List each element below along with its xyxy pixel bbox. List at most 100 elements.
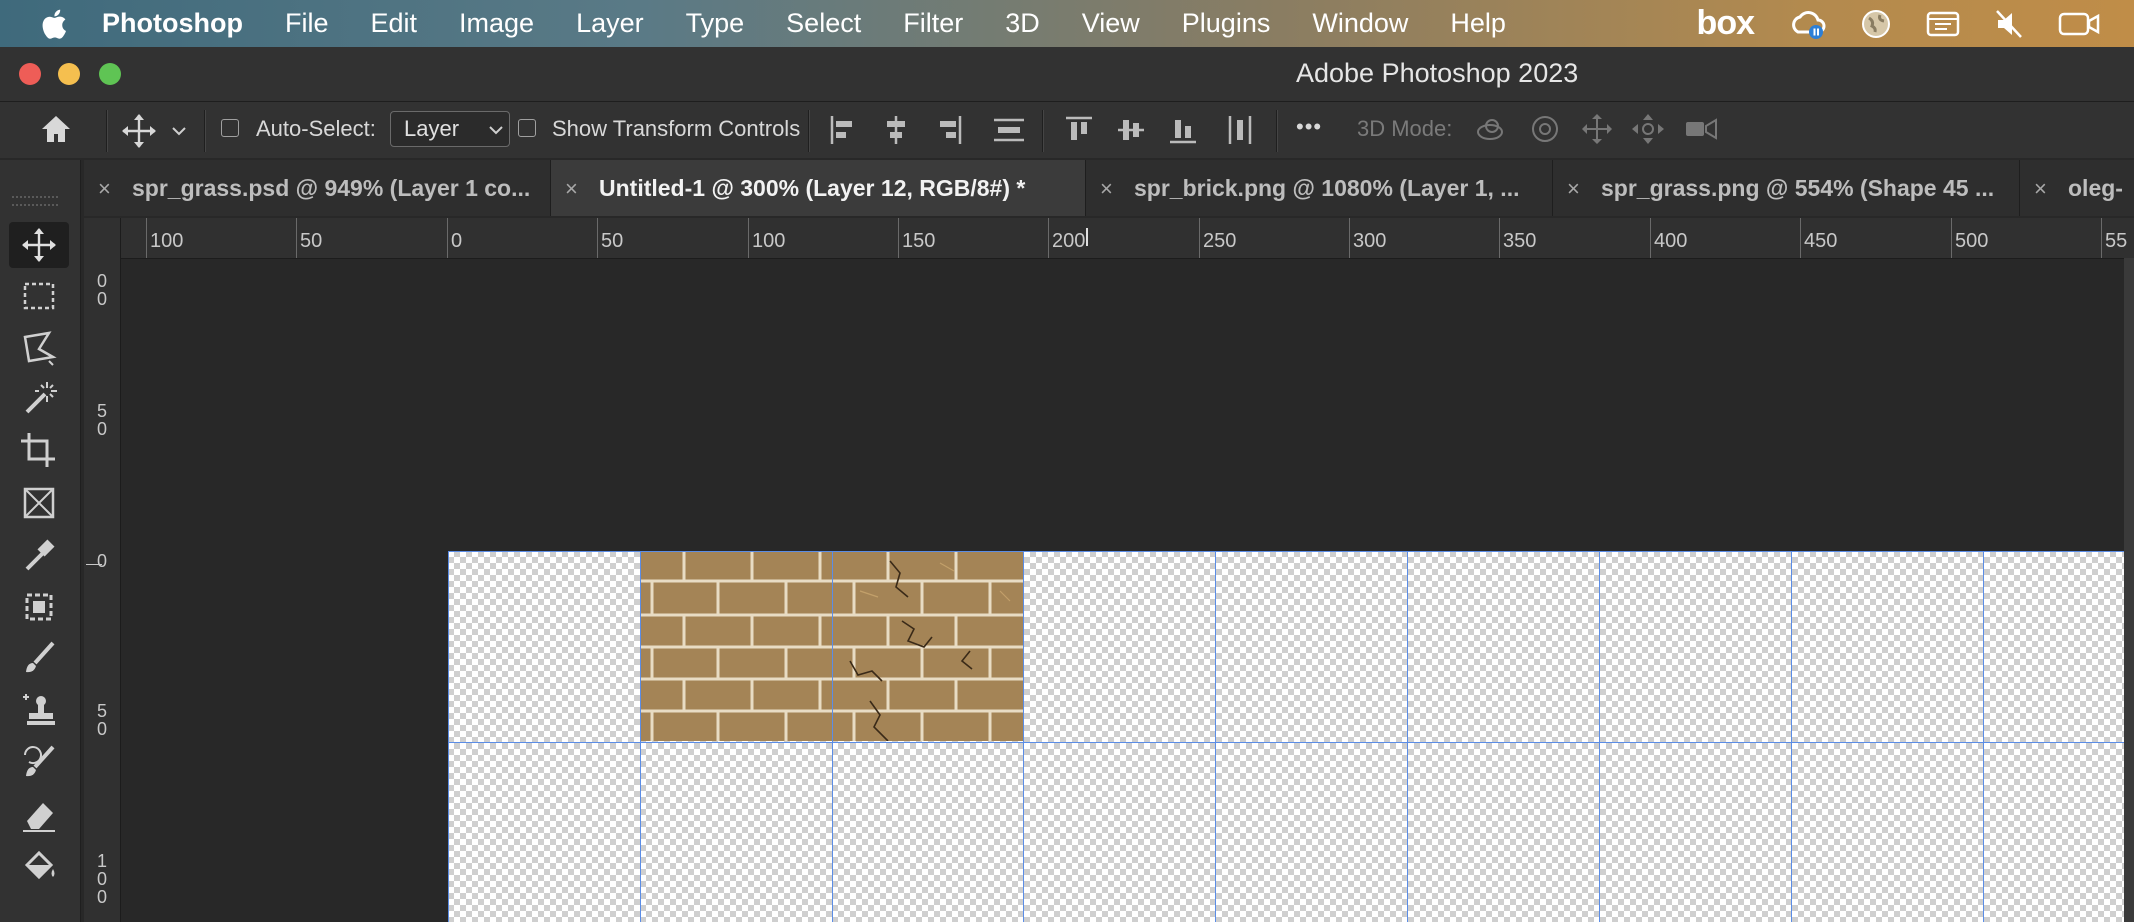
distribute-vertically-icon[interactable] [992, 116, 1026, 144]
align-right-edges-icon[interactable] [934, 114, 964, 146]
menu-window[interactable]: Window [1312, 8, 1408, 39]
auto-select-dropdown[interactable]: Layer [390, 111, 510, 147]
align-bottom-edges-icon[interactable] [1168, 114, 1198, 146]
box-app-icon[interactable]: box [1697, 4, 1755, 43]
horizontal-ruler: 100 50 0 50 100 150 200 250 300 350 400 … [84, 218, 2134, 259]
apple-menu-icon[interactable] [38, 7, 68, 41]
menu-file[interactable]: File [285, 8, 329, 39]
align-left-edges-icon[interactable] [828, 114, 858, 146]
move-tool-icon[interactable] [9, 222, 69, 268]
chevron-down-icon[interactable] [172, 126, 186, 136]
tab-spr-brick-png[interactable]: × spr_brick.png @ 1080% (Layer 1, ... [1086, 160, 1553, 216]
close-icon[interactable]: × [1567, 176, 1580, 202]
ruler-origin-corner[interactable] [84, 218, 121, 259]
home-icon[interactable] [38, 112, 74, 146]
menu-view[interactable]: View [1082, 8, 1140, 39]
document-canvas[interactable] [448, 551, 2127, 922]
3d-slide-icon[interactable] [1630, 112, 1666, 146]
menu-help[interactable]: Help [1450, 8, 1506, 39]
eraser-tool-icon[interactable] [9, 792, 69, 838]
3d-scale-camera-icon[interactable] [1684, 114, 1720, 144]
ruler-label: 300 [1353, 230, 1387, 252]
marquee-tool-icon[interactable] [9, 273, 69, 319]
menu-edit[interactable]: Edit [371, 8, 418, 39]
ruler-label: 0 [96, 551, 107, 571]
tab-untitled-1[interactable]: × Untitled-1 @ 300% (Layer 12, RGB/8#) * [551, 160, 1086, 216]
auto-select-checkbox[interactable] [221, 119, 239, 137]
app-menu-photoshop[interactable]: Photoshop [102, 8, 243, 39]
ruler-label: 350 [1503, 230, 1537, 252]
macos-menu-bar: Photoshop File Edit Image Layer Type Sel… [0, 0, 2134, 47]
ruler-label: 100 [96, 851, 107, 907]
facetime-camera-icon[interactable] [2058, 10, 2100, 38]
ruler-label: 0 [451, 230, 463, 252]
globe-icon[interactable] [1860, 8, 1892, 40]
eyedropper-tool-icon[interactable] [9, 532, 69, 578]
align-top-edges-icon[interactable] [1064, 114, 1094, 146]
move-tool-preset-icon[interactable] [120, 112, 158, 150]
creative-cloud-icon[interactable] [1788, 8, 1826, 40]
ruler-label: 50 [96, 701, 107, 739]
panel-grip[interactable] [12, 196, 58, 206]
ruler-label: 100 [150, 230, 184, 252]
close-icon[interactable]: × [565, 176, 578, 202]
paint-bucket-tool-icon[interactable] [9, 844, 69, 890]
frame-tool-icon[interactable] [9, 480, 69, 526]
menu-type[interactable]: Type [686, 8, 745, 39]
tab-label: Untitled-1 @ 300% (Layer 12, RGB/8#) * [599, 175, 1026, 201]
document-canvas-area[interactable] [121, 259, 2127, 922]
lasso-tool-icon[interactable] [9, 324, 69, 370]
auto-select-value: Layer [404, 116, 460, 141]
ruler-label: 250 [1203, 230, 1237, 252]
close-icon[interactable]: × [1100, 176, 1113, 202]
align-horizontal-centers-icon[interactable] [881, 114, 911, 146]
align-vertical-centers-icon[interactable] [1116, 114, 1146, 146]
3d-orbit-icon[interactable] [1474, 114, 1510, 146]
menu-3d[interactable]: 3D [1005, 8, 1040, 39]
history-brush-tool-icon[interactable] [9, 740, 69, 786]
ruler-label: 50 [300, 230, 323, 252]
menu-image[interactable]: Image [459, 8, 534, 39]
mute-icon[interactable] [1994, 8, 2024, 40]
minimize-window-button[interactable] [58, 63, 80, 85]
close-icon[interactable]: × [98, 176, 111, 202]
ruler-label: 150 [902, 230, 936, 252]
content-aware-tool-icon[interactable] [9, 584, 69, 630]
show-transform-controls-checkbox[interactable] [518, 119, 536, 137]
zoom-window-button[interactable] [99, 63, 121, 85]
clone-stamp-tool-icon[interactable] [9, 688, 69, 734]
menu-filter[interactable]: Filter [903, 8, 963, 39]
status-menu-area: box [1697, 0, 2134, 47]
show-transform-controls-label: Show Transform Controls [552, 116, 801, 141]
tab-oleg[interactable]: × oleg- [2020, 160, 2134, 216]
3d-pan-icon[interactable] [1580, 112, 1614, 146]
ruler-label: 50 [601, 230, 624, 252]
tab-label: spr_grass.psd @ 949% (Layer 1 co... [132, 175, 531, 201]
window-title-bar: Adobe Photoshop 2023 [0, 47, 2134, 102]
3d-roll-icon[interactable] [1528, 112, 1562, 146]
menu-select[interactable]: Select [786, 8, 861, 39]
tab-spr-grass-psd[interactable]: × spr_grass.psd @ 949% (Layer 1 co... [84, 160, 551, 216]
document-tab-bar: × spr_grass.psd @ 949% (Layer 1 co... × … [84, 160, 2134, 216]
close-icon[interactable]: × [2034, 176, 2047, 202]
tab-spr-grass-png[interactable]: × spr_grass.png @ 554% (Shape 45 ... [1553, 160, 2020, 216]
close-window-button[interactable] [19, 63, 41, 85]
ruler-label: 00 [96, 271, 107, 309]
crop-tool-icon[interactable] [9, 428, 69, 474]
auto-select-label: Auto-Select: [256, 116, 376, 141]
tools-panel [0, 160, 81, 922]
ruler-label: 500 [1955, 230, 1989, 252]
brush-tool-icon[interactable] [9, 636, 69, 682]
tab-label: spr_brick.png @ 1080% (Layer 1, ... [1134, 175, 1520, 201]
more-options-button[interactable]: ••• [1296, 114, 1322, 140]
distribute-horizontally-icon[interactable] [1226, 114, 1254, 146]
tab-label: oleg- [2068, 175, 2123, 201]
menu-plugins[interactable]: Plugins [1182, 8, 1271, 39]
ruler-label: 55 [2105, 230, 2128, 252]
magic-wand-tool-icon[interactable] [9, 375, 69, 421]
ruler-label: 400 [1654, 230, 1688, 252]
menu-layer[interactable]: Layer [576, 8, 644, 39]
screen-icon[interactable] [1926, 10, 1960, 38]
window-title: Adobe Photoshop 2023 [1296, 58, 1579, 88]
options-bar: Auto-Select: Layer Show Transform Contro… [0, 102, 2134, 158]
